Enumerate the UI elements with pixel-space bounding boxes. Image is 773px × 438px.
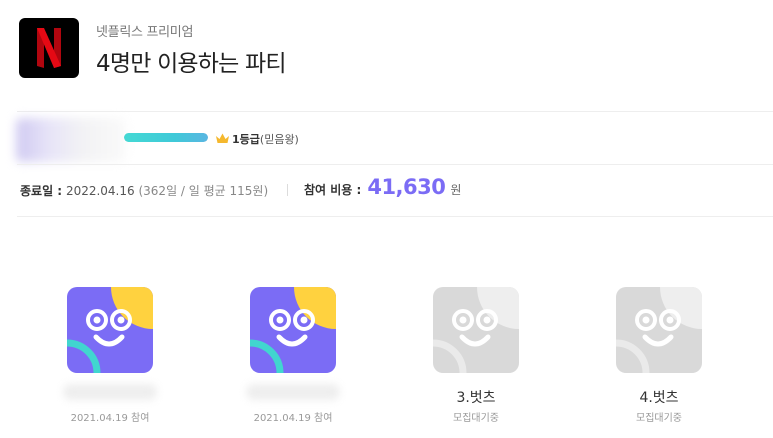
smile-avatar-icon [433, 287, 519, 373]
leader-trust-progress [124, 133, 208, 142]
netflix-logo [19, 18, 79, 78]
leader-profile-blurred [16, 118, 126, 162]
member-slot-name: 3.벗츠 [456, 390, 496, 406]
fee-unit: 원 [450, 183, 462, 197]
member-join-date: 2021.04.19 참여 [70, 413, 150, 424]
smile-avatar-icon [250, 287, 336, 373]
member-name-blurred [246, 384, 340, 400]
party-title: 4명만 이용하는 파티 [96, 51, 287, 77]
member-name-blurred [63, 384, 157, 400]
service-subtitle: 넷플릭스 프리미엄 [96, 25, 194, 40]
participation-fee: 참여 비용 : 41,630 원 [304, 175, 461, 199]
divider [17, 216, 773, 217]
grade-level: 1등급 [232, 133, 260, 146]
crown-icon [216, 133, 229, 143]
fee-label: 참여 비용 : [304, 183, 362, 197]
member-slot-status: 모집대기중 [453, 413, 499, 424]
progress-fill [124, 133, 208, 142]
leader-grade: 1등급(믿음왕) [232, 131, 299, 147]
vertical-separator [287, 184, 288, 196]
member-join-date: 2021.04.19 참여 [253, 413, 333, 424]
end-date-detail: (362일 / 일 평균 115원) [138, 184, 269, 198]
member-slot-status: 모집대기중 [636, 413, 682, 424]
end-date-label: 종료일 : [20, 184, 63, 198]
end-date-value: 2022.04.16 [65, 184, 135, 198]
smile-avatar-icon [616, 287, 702, 373]
divider [17, 164, 773, 165]
end-date-row: 종료일 : 2022.04.16 (362일 / 일 평균 115원) [20, 182, 268, 199]
fee-amount: 41,630 [367, 175, 446, 199]
grade-desc: (믿음왕) [259, 133, 299, 146]
smile-avatar-icon [67, 287, 153, 373]
member-slot-name: 4.벗츠 [639, 390, 679, 406]
netflix-n-icon [37, 28, 61, 68]
divider [17, 111, 773, 112]
